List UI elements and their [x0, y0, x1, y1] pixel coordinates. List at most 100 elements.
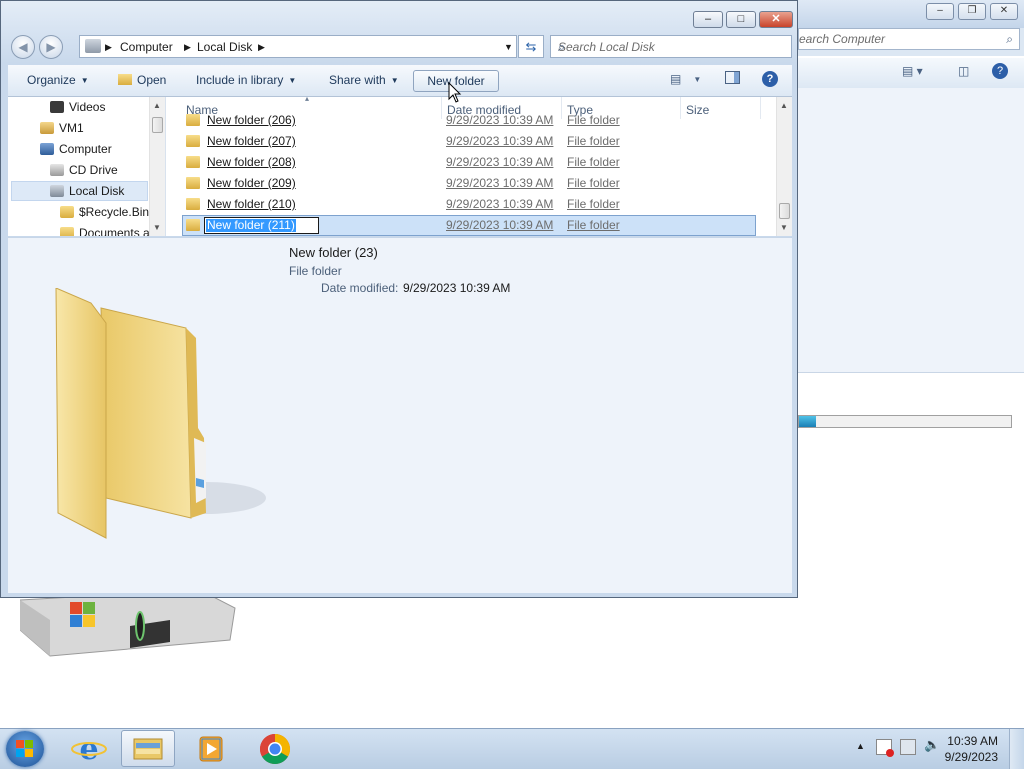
navigation-pane: Videos VM1 Computer CD Drive Local Disk … [8, 97, 166, 236]
details-date-label: Date modified: [321, 281, 399, 295]
file-date: 9/29/2023 10:39 AM [446, 197, 554, 211]
start-button[interactable] [6, 731, 44, 767]
file-name[interactable]: New folder (210) [207, 197, 296, 211]
forward-button[interactable]: ▶ [39, 35, 63, 59]
address-bar[interactable]: ▶ Computer ▶ Local Disk ▶ ▼ [79, 35, 517, 58]
hard-drive-graphic [19, 589, 240, 660]
bg-progress-bar [798, 415, 1012, 428]
scroll-down-icon[interactable]: ▼ [153, 223, 161, 232]
bg-minimize-button[interactable]: – [926, 3, 954, 20]
file-date: 9/29/2023 10:39 AM [446, 113, 554, 127]
file-row[interactable]: New folder (207) 9/29/2023 10:39 AM File… [182, 131, 756, 152]
network-icon[interactable] [900, 739, 916, 755]
open-button[interactable]: Open [118, 73, 166, 87]
minimize-button[interactable]: – [693, 11, 723, 28]
rename-input[interactable]: New folder (211) [204, 217, 319, 234]
view-icon: ▤ [670, 72, 682, 86]
nav-item-local-disk[interactable]: Local Disk [50, 184, 124, 198]
file-date: 9/29/2023 10:39 AM [446, 155, 554, 169]
bg-view-icon[interactable]: ▤ ▾ [902, 64, 923, 78]
maximize-button[interactable]: □ [726, 11, 756, 28]
address-dropdown-icon[interactable]: ▼ [504, 42, 513, 52]
preview-pane-icon[interactable] [725, 71, 740, 84]
taskbar-chrome[interactable] [248, 730, 302, 767]
file-row[interactable]: New folder (209) 9/29/2023 10:39 AM File… [182, 173, 756, 194]
folder-icon [186, 135, 200, 147]
folder-icon [60, 227, 74, 236]
background-window: – ❐ ✕ earch Computer ⌕ ▤ ▾ ◫ ? [798, 0, 1024, 728]
close-button[interactable]: ✕ [759, 11, 793, 28]
file-type: File folder [567, 113, 620, 127]
open-folder-icon [118, 74, 132, 85]
action-center-icon[interactable] [876, 739, 894, 757]
column-divider[interactable] [760, 97, 761, 119]
folder-icon [186, 156, 200, 168]
breadcrumb-local-disk[interactable]: Local Disk [197, 40, 252, 54]
scroll-up-icon[interactable]: ▲ [153, 101, 161, 110]
file-name[interactable]: New folder (208) [207, 155, 296, 169]
search-icon: ⌕ [558, 39, 566, 54]
folder-icon [186, 177, 200, 189]
breadcrumb-separator-icon[interactable]: ▶ [184, 42, 191, 53]
bg-search-input[interactable]: earch Computer ⌕ [798, 28, 1020, 50]
nav-item-documents[interactable]: Documents a [60, 226, 150, 236]
taskbar-media-player[interactable] [184, 730, 238, 767]
clock-date[interactable]: 9/29/2023 [945, 750, 998, 764]
breadcrumb-computer[interactable]: Computer [120, 40, 173, 54]
cd-drive-icon [50, 164, 64, 176]
share-with-button[interactable]: Share with ▼ [329, 73, 399, 87]
computer-icon [40, 143, 54, 155]
bg-help-icon[interactable]: ? [992, 63, 1008, 79]
nav-item-videos[interactable]: Videos [50, 100, 105, 114]
change-view-button[interactable]: ▤ ▼ [670, 72, 701, 86]
show-hidden-icons-icon[interactable]: ▲ [856, 741, 865, 751]
show-desktop-button[interactable] [1009, 729, 1024, 769]
breadcrumb-separator-icon[interactable]: ▶ [105, 42, 112, 53]
organize-button[interactable]: Organize ▼ [27, 73, 89, 87]
chevron-down-icon: ▼ [288, 76, 297, 86]
include-in-library-button[interactable]: Include in library ▼ [196, 73, 296, 87]
search-input[interactable]: Search Local Disk ⌕ [550, 35, 792, 58]
scroll-down-icon[interactable]: ▼ [780, 223, 788, 232]
file-name[interactable]: New folder (207) [207, 134, 296, 148]
rename-selected-text[interactable]: New folder (211) [206, 219, 296, 232]
internet-explorer-icon: e [71, 732, 107, 767]
bg-close-button[interactable]: ✕ [990, 3, 1018, 20]
file-date: 9/29/2023 10:39 AM [446, 218, 554, 232]
bg-preview-pane-icon[interactable]: ◫ [958, 64, 969, 78]
volume-muted-icon[interactable]: 🔈 [924, 737, 940, 753]
file-row[interactable]: New folder (208) 9/29/2023 10:39 AM File… [182, 152, 756, 173]
bg-restore-button[interactable]: ❐ [958, 3, 986, 20]
breadcrumb-separator-icon[interactable]: ▶ [258, 42, 265, 53]
help-icon[interactable]: ? [762, 71, 778, 87]
back-button[interactable]: ◀ [11, 35, 35, 59]
scroll-up-icon[interactable]: ▲ [780, 101, 788, 110]
taskbar-internet-explorer[interactable]: e [62, 730, 116, 767]
bg-content-area [798, 88, 1024, 372]
chrome-icon [259, 734, 291, 765]
file-row[interactable]: New folder (210) 9/29/2023 10:39 AM File… [182, 194, 756, 215]
file-list-scroll-thumb[interactable] [779, 203, 790, 219]
hard-drive-icon [50, 185, 64, 197]
nav-scroll-thumb[interactable] [152, 117, 163, 133]
nav-item-vm1[interactable]: VM1 [40, 121, 84, 135]
file-date: 9/29/2023 10:39 AM [446, 134, 554, 148]
nav-item-cd-drive[interactable]: CD Drive [50, 163, 118, 177]
nav-item-computer[interactable]: Computer [40, 142, 112, 156]
refresh-button[interactable]: ⇆ [518, 35, 544, 58]
file-name[interactable]: New folder (209) [207, 176, 296, 190]
drive-address-icon [85, 39, 101, 53]
file-name[interactable]: New folder (206) [207, 113, 296, 127]
file-row[interactable]: New folder (206) 9/29/2023 10:39 AM File… [182, 110, 756, 131]
file-list-scrollbar[interactable]: ▲ ▼ [776, 97, 792, 236]
file-type: File folder [567, 176, 620, 190]
mouse-cursor [448, 81, 462, 107]
nav-scrollbar[interactable]: ▲ ▼ [149, 97, 165, 236]
file-row-selected[interactable]: New folder (211) 9/29/2023 10:39 AM File… [182, 215, 756, 236]
nav-item-recycle-bin[interactable]: $Recycle.Bin [60, 205, 149, 219]
command-bar: Organize ▼ Open Include in library ▼ Share… [8, 65, 792, 97]
file-type: File folder [567, 134, 620, 148]
windows-explorer-icon [133, 738, 163, 760]
clock-time[interactable]: 10:39 AM [947, 734, 998, 748]
taskbar-windows-explorer[interactable] [121, 730, 175, 767]
